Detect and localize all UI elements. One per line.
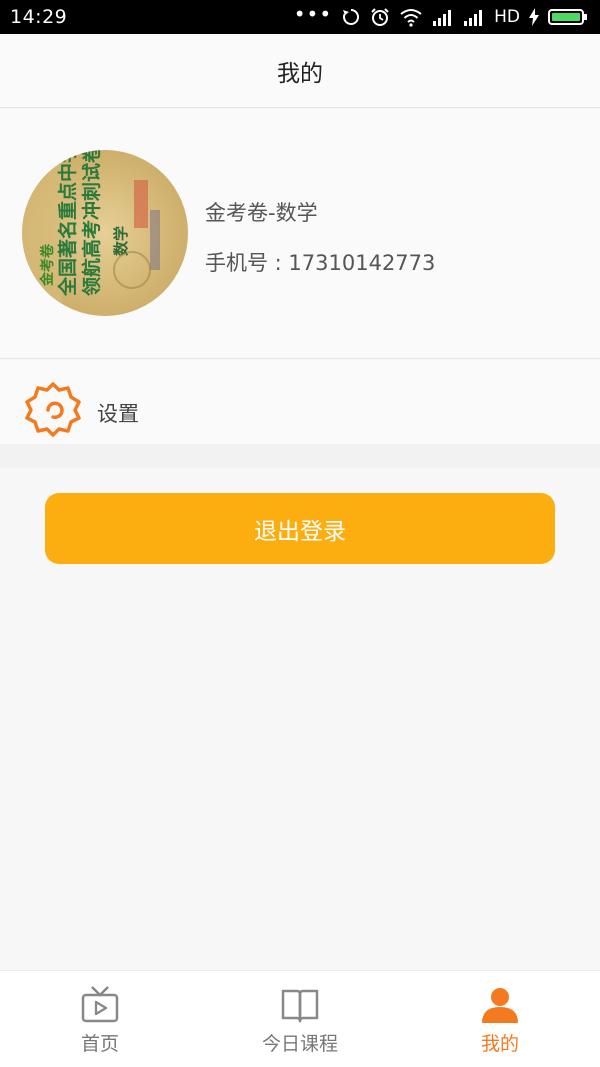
signal-icon [464,10,483,26]
logout-button[interactable]: 退出登录 [45,493,555,564]
tab-mine[interactable]: 我的 [400,971,600,1067]
cover-text-line2: 领航高考冲刺试卷 [80,150,103,296]
title-bar: 我的 [0,34,600,108]
status-time: 14:29 [10,6,68,28]
page-title: 我的 [277,60,323,87]
more-notifications-icon: ••• [293,2,333,26]
settings-label: 设置 [97,402,139,426]
tab-mine-label: 我的 [480,1033,519,1055]
settings-row[interactable]: 设置 [0,360,600,444]
tv-icon [81,986,119,1023]
cover-text-line1: 全国著名重点中学 [56,150,79,297]
charging-icon [529,8,539,26]
network-type: HD [494,7,520,27]
profile-section: 全国著名重点中学 领航高考冲刺试卷 金考卷 数学 金考卷-数学 手机号 : 17… [0,109,600,359]
signal-icon [433,10,452,26]
book-icon [281,989,319,1023]
person-icon [482,988,518,1023]
section-divider [0,444,600,468]
cover-series: 金考卷 [39,243,55,287]
alarm-icon [371,8,389,26]
bottom-tab-bar: 首页 今日课程 我的 [0,970,600,1067]
status-icons: ••• HD [294,2,588,27]
user-phone: 手机号 : 17310142773 [205,251,436,275]
gear-icon [25,382,81,437]
cover-subject: 数学 [112,226,130,256]
wifi-icon [400,9,422,27]
avatar[interactable]: 全国著名重点中学 领航高考冲刺试卷 金考卷 数学 [22,150,188,316]
tab-home[interactable]: 首页 [0,971,200,1067]
tab-home-label: 首页 [80,1033,119,1055]
user-name: 金考卷-数学 [205,201,318,225]
status-bar: 14:29 ••• HD [0,0,600,34]
battery-icon [548,9,587,25]
book-cover-image: 全国著名重点中学 领航高考冲刺试卷 金考卷 数学 [22,150,188,316]
sync-icon [343,8,360,25]
tab-today-course[interactable]: 今日课程 [200,971,400,1067]
tab-today-course-label: 今日课程 [261,1033,338,1055]
